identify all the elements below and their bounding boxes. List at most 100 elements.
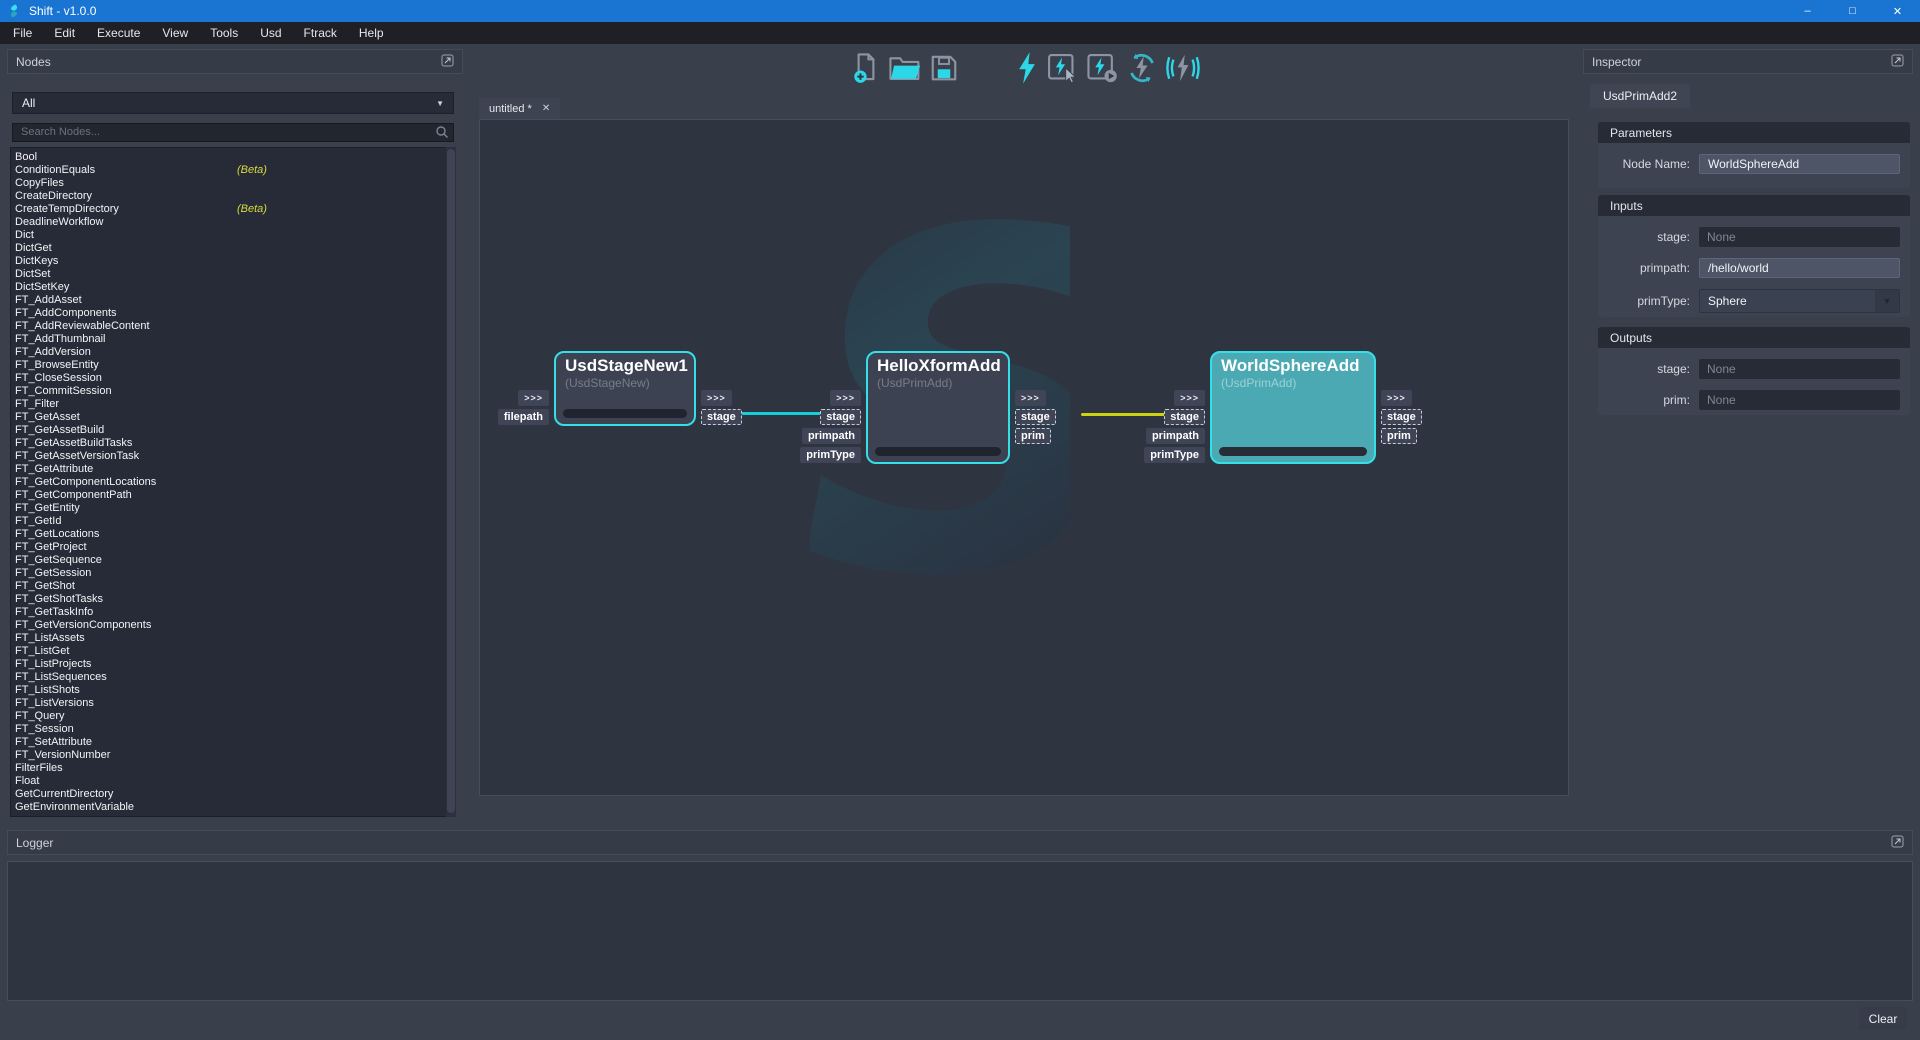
list-item[interactable]: FT_Filter bbox=[11, 398, 455, 411]
list-item[interactable]: FT_GetSequence bbox=[11, 554, 455, 567]
input-port[interactable]: stage bbox=[820, 409, 861, 425]
list-item[interactable]: FT_GetAssetVersionTask bbox=[11, 450, 455, 463]
input-port[interactable]: stage bbox=[1164, 409, 1205, 425]
list-item[interactable]: FT_AddReviewableContent bbox=[11, 320, 455, 333]
tab-close-icon[interactable]: ✕ bbox=[542, 103, 550, 114]
list-item[interactable]: FT_AddComponents bbox=[11, 307, 455, 320]
flow-in-port[interactable]: >>> bbox=[1174, 390, 1205, 406]
menu-item[interactable]: Usd bbox=[249, 22, 292, 44]
list-item[interactable]: FT_BrowseEntity bbox=[11, 359, 455, 372]
save-graph-button[interactable] bbox=[929, 53, 959, 83]
output-port[interactable]: prim bbox=[1015, 428, 1051, 444]
list-item[interactable]: FT_AddThumbnail bbox=[11, 333, 455, 346]
minimize-button[interactable]: – bbox=[1785, 0, 1830, 22]
list-item[interactable]: FT_GetVersionComponents bbox=[11, 619, 455, 632]
list-item[interactable]: FT_GetAttribute bbox=[11, 463, 455, 476]
flow-in-port[interactable]: >>> bbox=[830, 390, 861, 406]
flow-out-port[interactable]: >>> bbox=[1015, 390, 1046, 406]
list-item[interactable]: FT_GetComponentLocations bbox=[11, 476, 455, 489]
menu-item[interactable]: Edit bbox=[43, 22, 86, 44]
menu-item[interactable]: Ftrack bbox=[293, 22, 348, 44]
live-execute-button[interactable] bbox=[1165, 52, 1201, 84]
list-item[interactable]: FT_CloseSession bbox=[11, 372, 455, 385]
list-item[interactable]: FT_GetLocations bbox=[11, 528, 455, 541]
input-port[interactable]: filepath bbox=[498, 409, 549, 425]
list-item[interactable]: Dict bbox=[11, 229, 455, 242]
list-item[interactable]: FT_GetShot bbox=[11, 580, 455, 593]
list-item[interactable]: FT_ListShots bbox=[11, 684, 455, 697]
list-item[interactable]: GetCurrentDirectory bbox=[11, 788, 455, 801]
list-item[interactable]: CreateDirectory bbox=[11, 190, 455, 203]
flow-out-port[interactable]: >>> bbox=[701, 390, 732, 406]
execute-from-selected-button[interactable] bbox=[1085, 52, 1119, 84]
clear-logger-button[interactable]: Clear bbox=[1859, 1007, 1907, 1030]
list-item[interactable]: FT_GetId bbox=[11, 515, 455, 528]
list-item[interactable]: DictKeys bbox=[11, 255, 455, 268]
document-tab[interactable]: untitled * ✕ bbox=[479, 98, 560, 119]
node-category-select[interactable]: All ▼ bbox=[12, 92, 454, 114]
list-item[interactable]: FT_SetAttribute bbox=[11, 736, 455, 749]
list-item[interactable]: FT_Session bbox=[11, 723, 455, 736]
output-port[interactable]: stage bbox=[1015, 409, 1056, 425]
list-item[interactable]: FT_ListAssets bbox=[11, 632, 455, 645]
menu-item[interactable]: Help bbox=[348, 22, 395, 44]
list-item[interactable]: FT_GetAssetBuildTasks bbox=[11, 437, 455, 450]
list-item[interactable]: FT_AddVersion bbox=[11, 346, 455, 359]
menu-item[interactable]: View bbox=[151, 22, 199, 44]
graph-node-helloxformadd[interactable]: HelloXformAdd (UsdPrimAdd) >>> stageprim… bbox=[866, 351, 1010, 464]
input-port[interactable]: primpath bbox=[1146, 428, 1205, 444]
input-port[interactable]: primType bbox=[1144, 447, 1205, 463]
list-item[interactable]: FT_GetAssetBuild bbox=[11, 424, 455, 437]
search-input[interactable] bbox=[12, 123, 454, 142]
output-port[interactable]: stage bbox=[1381, 409, 1422, 425]
list-item[interactable]: FT_GetTaskInfo bbox=[11, 606, 455, 619]
list-item[interactable]: Bool bbox=[11, 151, 455, 164]
list-item[interactable]: FT_GetProject bbox=[11, 541, 455, 554]
input-port[interactable]: primpath bbox=[802, 428, 861, 444]
list-item[interactable]: DeadlineWorkflow bbox=[11, 216, 455, 229]
undock-icon[interactable] bbox=[1891, 54, 1904, 70]
list-item[interactable]: FT_ListSequences bbox=[11, 671, 455, 684]
list-item[interactable]: FT_GetAsset bbox=[11, 411, 455, 424]
primpath-input[interactable]: /hello/world bbox=[1699, 258, 1900, 278]
node-graph-canvas[interactable]: S UsdStageNew1 (UsdStageNew) >>> filepat… bbox=[479, 119, 1569, 796]
new-graph-button[interactable] bbox=[851, 52, 881, 84]
inspector-node-tab[interactable]: UsdPrimAdd2 bbox=[1590, 84, 1690, 108]
list-item[interactable]: DictGet bbox=[11, 242, 455, 255]
list-item[interactable]: DictSetKey bbox=[11, 281, 455, 294]
list-scrollbar[interactable] bbox=[446, 147, 456, 817]
execute-button[interactable] bbox=[1015, 51, 1039, 85]
list-item[interactable]: FT_GetSession bbox=[11, 567, 455, 580]
close-button[interactable]: ✕ bbox=[1875, 0, 1920, 22]
list-item[interactable]: Float bbox=[11, 775, 455, 788]
node-name-input[interactable]: WorldSphereAdd bbox=[1699, 154, 1900, 174]
undock-icon[interactable] bbox=[441, 54, 454, 70]
list-item[interactable]: FT_CommitSession bbox=[11, 385, 455, 398]
refresh-execute-button[interactable] bbox=[1126, 52, 1158, 84]
list-item[interactable]: FilterFiles bbox=[11, 762, 455, 775]
list-item[interactable]: FT_ListVersions bbox=[11, 697, 455, 710]
open-graph-button[interactable] bbox=[888, 53, 922, 83]
menu-item[interactable]: File bbox=[2, 22, 43, 44]
maximize-button[interactable]: □ bbox=[1830, 0, 1875, 22]
primtype-select[interactable]: Sphere ▼ bbox=[1699, 289, 1900, 313]
menu-item[interactable]: Tools bbox=[199, 22, 249, 44]
list-item[interactable]: CreateTempDirectory (Beta) bbox=[11, 203, 455, 216]
list-item[interactable]: FT_ListProjects bbox=[11, 658, 455, 671]
output-port[interactable]: prim bbox=[1381, 428, 1417, 444]
flow-in-port[interactable]: >>> bbox=[518, 390, 549, 406]
graph-node-usdstagenew1[interactable]: UsdStageNew1 (UsdStageNew) >>> filepath … bbox=[554, 351, 696, 426]
undock-icon[interactable] bbox=[1891, 835, 1904, 851]
list-item[interactable]: CopyFiles bbox=[11, 177, 455, 190]
flow-out-port[interactable]: >>> bbox=[1381, 390, 1412, 406]
list-item[interactable]: GetEnvironmentVariable bbox=[11, 801, 455, 814]
list-item[interactable]: ConditionEquals (Beta) bbox=[11, 164, 455, 177]
list-item[interactable]: FT_Query bbox=[11, 710, 455, 723]
output-port[interactable]: stage bbox=[701, 409, 742, 425]
graph-node-worldsphereadd[interactable]: WorldSphereAdd (UsdPrimAdd) >>> stagepri… bbox=[1210, 351, 1376, 464]
list-item[interactable]: FT_VersionNumber bbox=[11, 749, 455, 762]
input-port[interactable]: primType bbox=[800, 447, 861, 463]
list-item[interactable]: FT_AddAsset bbox=[11, 294, 455, 307]
list-item[interactable]: FT_ListGet bbox=[11, 645, 455, 658]
execute-selected-button[interactable] bbox=[1046, 52, 1078, 84]
